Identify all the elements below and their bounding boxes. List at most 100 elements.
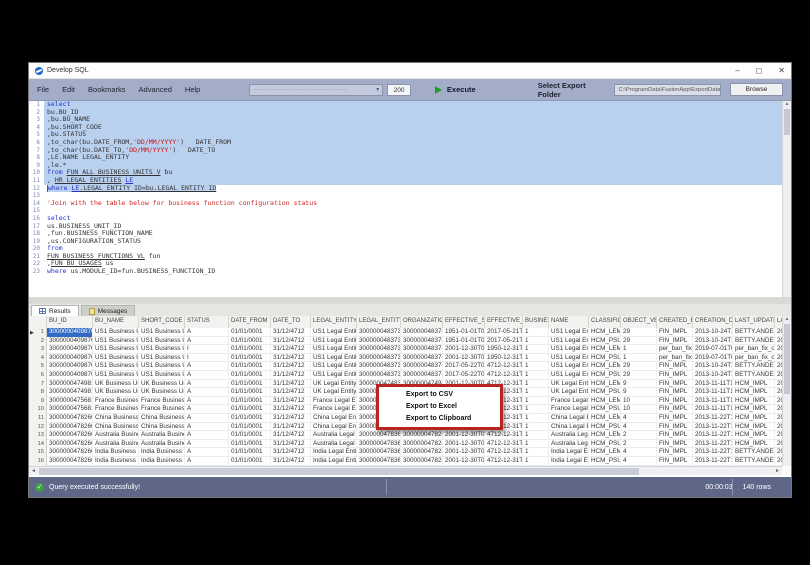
scroll-up-icon[interactable]: ▲: [785, 316, 790, 322]
editor-grid-splitter[interactable]: [29, 297, 791, 304]
table-row[interactable]: 3300000040987012US1 Business UnitUS1 Bus…: [29, 345, 791, 354]
grid-cell[interactable]: 300000047498175: [47, 388, 93, 397]
table-row[interactable]: 1▶300000040987012US1 Business UnitUS1 Bu…: [29, 328, 791, 337]
grid-cell[interactable]: US1 Legal Entity: [549, 362, 589, 371]
grid-cell[interactable]: UK Business Unit: [93, 379, 139, 389]
grid-cell[interactable]: 300000047826643: [401, 456, 443, 466]
grid-cell[interactable]: 300000048373975: [357, 370, 401, 380]
grid-cell[interactable]: 2001-12-30T00:0...: [443, 353, 485, 363]
grid-cell[interactable]: India Business Unit: [93, 456, 139, 466]
grid-cell[interactable]: US1 Business Unit: [93, 336, 139, 346]
grid-cell[interactable]: 10: [621, 396, 657, 406]
grid-cell[interactable]: France Business ...: [139, 396, 185, 406]
grid-cell[interactable]: 2019-07-01T00:2...: [693, 353, 733, 363]
grid-cell[interactable]: 29: [621, 336, 657, 346]
code-line[interactable]: 21 FUN_BUSINESS_FUNCTIONS_VL fun: [29, 252, 791, 261]
row-limit-input[interactable]: 200: [387, 83, 411, 96]
grid-cell[interactable]: per_ban_fix_org_j...: [657, 353, 693, 363]
grid-cell[interactable]: China Business U...: [93, 413, 139, 423]
context-menu-item-export-to-excel[interactable]: Export to Excel: [379, 401, 500, 413]
grid-cell[interactable]: US1 Business Unit: [139, 362, 185, 371]
grid-cell[interactable]: 1: [523, 353, 549, 363]
grid-cell[interactable]: 01/01/0001: [229, 456, 271, 466]
grid-cell[interactable]: 2013-10-24T14:3...: [693, 370, 733, 380]
grid-cell[interactable]: 1: [523, 431, 549, 440]
menu-file[interactable]: File: [37, 85, 49, 94]
grid-cell[interactable]: FIN_IMPL: [657, 362, 693, 371]
code-line[interactable]: 14 'Join with the table below for busines…: [29, 199, 791, 208]
grid-cell[interactable]: A: [185, 388, 229, 397]
column-header-organization_i[interactable]: ORGANIZATION_I: [401, 316, 443, 328]
column-header-created_by[interactable]: CREATED_BY: [657, 316, 693, 328]
grid-cell[interactable]: 1951-01-01T00:0...: [443, 336, 485, 346]
grid-cell[interactable]: HCM_LEMP: [589, 379, 621, 389]
grid-cell[interactable]: 300000047836151: [357, 448, 401, 457]
menu-advanced[interactable]: Advanced: [139, 85, 172, 94]
grid-cell[interactable]: 300000047568131: [47, 405, 93, 414]
grid-cell[interactable]: Australia Legal E...: [311, 439, 357, 449]
grid-cell[interactable]: FIN_IMPL: [657, 370, 693, 380]
scrollbar-thumb[interactable]: [784, 109, 790, 135]
grid-cell[interactable]: A: [185, 328, 229, 337]
grid-cell[interactable]: 01/01/0001: [229, 388, 271, 397]
column-header-status[interactable]: STATUS: [185, 316, 229, 328]
grid-cell[interactable]: 1: [523, 413, 549, 423]
grid-cell[interactable]: US1 Business Unit: [93, 353, 139, 363]
column-header-date_from[interactable]: DATE_FROM: [229, 316, 271, 328]
grid-cell[interactable]: 01/01/0001: [229, 370, 271, 380]
grid-cell[interactable]: US1 Business Unit: [93, 328, 139, 337]
grid-cell[interactable]: 300000047826629: [401, 431, 443, 440]
grid-cell[interactable]: HCM_IMPL: [733, 422, 775, 432]
grid-cell[interactable]: 300000047836122: [357, 439, 401, 449]
grid-cell[interactable]: 1: [523, 448, 549, 457]
grid-cell[interactable]: 31/12/4712: [271, 439, 311, 449]
grid-cell[interactable]: 1: [523, 405, 549, 414]
grid-cell[interactable]: 01/01/0001: [229, 396, 271, 406]
grid-cell[interactable]: BETTY.ANDERS...: [733, 456, 775, 466]
grid-cell[interactable]: 300000048374965: [401, 336, 443, 346]
grid-cell[interactable]: BETTY.ANDERS...: [733, 362, 775, 371]
grid-cell[interactable]: A: [185, 370, 229, 380]
grid-cell[interactable]: 300000047836151: [357, 456, 401, 466]
code-line[interactable]: 23 where us.MODULE_ID=fun.BUSINESS_FUNCTI…: [29, 267, 791, 276]
table-row[interactable]: 15300000047826695India Business UnitIndi…: [29, 448, 791, 457]
grid-cell[interactable]: US1 Legal Entity: [549, 328, 589, 337]
row-header[interactable]: 13: [29, 431, 47, 440]
row-header[interactable]: 12: [29, 422, 47, 432]
grid-cell[interactable]: China Business U...: [93, 422, 139, 432]
grid-cell[interactable]: France Business ...: [139, 405, 185, 414]
grid-cell[interactable]: US1 Legal Entity: [311, 345, 357, 354]
grid-cell[interactable]: 2013-11-11T10:5...: [693, 388, 733, 397]
grid-cell[interactable]: 01/01/0001: [229, 362, 271, 371]
grid-cell[interactable]: 300000047826661: [47, 439, 93, 449]
grid-cell[interactable]: UK Legal Entity: [311, 388, 357, 397]
column-header-bu_name[interactable]: BU_NAME: [93, 316, 139, 328]
grid-cell[interactable]: UK Legal Entity: [311, 379, 357, 389]
grid-cell[interactable]: 01/01/0001: [229, 379, 271, 389]
grid-cell[interactable]: HCM_IMPL: [733, 413, 775, 423]
grid-cell[interactable]: China Business U...: [139, 422, 185, 432]
grid-cell[interactable]: 300000047568131: [47, 396, 93, 406]
table-row[interactable]: 13300000047826661Australia Busines...Aus…: [29, 431, 791, 440]
grid-cell[interactable]: 300000047826695: [47, 456, 93, 466]
code-line[interactable]: 18 ,fun.BUSINESS_FUNCTION_NAME: [29, 229, 791, 238]
grid-cell[interactable]: BETTY.ANDERS...: [733, 328, 775, 337]
column-header-bu_id[interactable]: BU_ID: [47, 316, 93, 328]
grid-cell[interactable]: US1 Business Unit: [93, 362, 139, 371]
column-header-last_updated_[interactable]: LAST_UPDATED_: [733, 316, 775, 328]
grid-cell[interactable]: 1: [523, 370, 549, 380]
grid-cell[interactable]: HCM_IMPL: [733, 379, 775, 389]
grid-cell[interactable]: 31/12/4712: [271, 370, 311, 380]
grid-cell[interactable]: 31/12/4712: [271, 345, 311, 354]
browse-button[interactable]: Browse: [729, 83, 784, 96]
grid-cell[interactable]: 2013-11-11T13:1...: [693, 396, 733, 406]
grid-cell[interactable]: HCM_LEMP: [589, 413, 621, 423]
grid-cell[interactable]: 300000047826661: [47, 431, 93, 440]
grid-cell[interactable]: 1: [523, 336, 549, 346]
grid-cell[interactable]: Australia Busines...: [93, 439, 139, 449]
grid-cell[interactable]: 01/01/0001: [229, 405, 271, 414]
row-header[interactable]: 7: [29, 379, 47, 389]
grid-cell[interactable]: HCM_PSU: [589, 422, 621, 432]
context-menu-item-export-to-clipboard[interactable]: Export to Clipboard: [379, 413, 500, 425]
grid-cell[interactable]: 300000040987012: [47, 345, 93, 354]
